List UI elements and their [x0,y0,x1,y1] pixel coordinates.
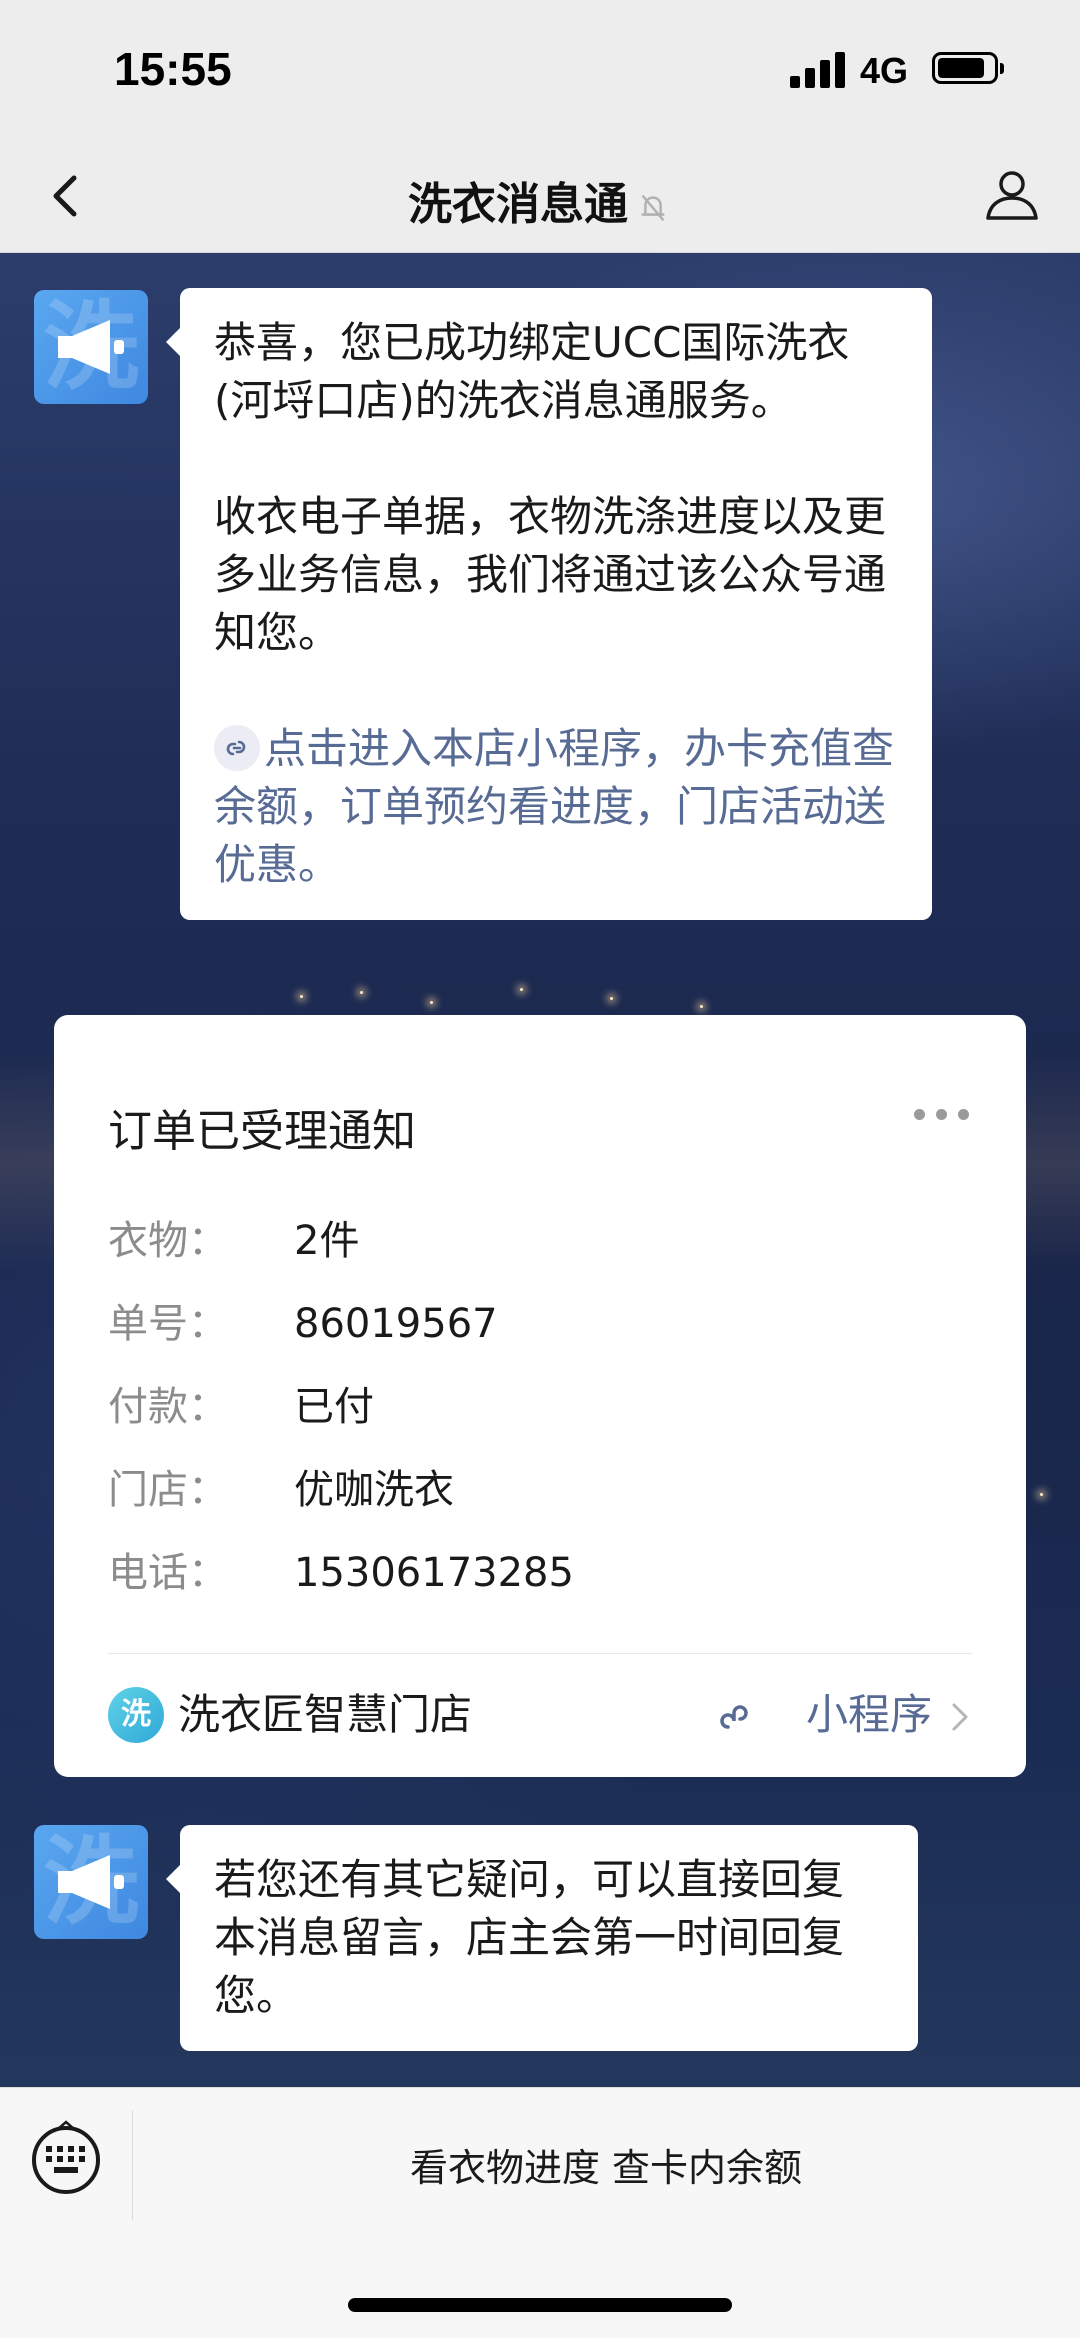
profile-icon[interactable] [980,162,1044,226]
mini-program-label: 小程序 [805,1690,932,1739]
megaphone-icon [58,1855,124,1909]
mini-program-name: 洗衣匠智慧门店 [178,1690,473,1739]
field-label: 单号： [108,1301,228,1347]
firework-spark [610,997,613,1000]
chevron-right-icon [952,1703,968,1731]
keyboard-icon [46,2146,85,2173]
card-divider [108,1653,972,1654]
field-label: 电话： [108,1550,228,1596]
firework-spark [520,988,523,991]
message-bubble[interactable]: 恭喜，您已成功绑定UCC国际洗衣(河埒口店)的洗衣消息通服务。 收衣电子单据，衣… [166,288,932,920]
field-label: 付款： [108,1384,228,1430]
message-text: 收衣电子单据，衣物洗涤进度以及更多业务信息，我们将通过该公众号通知您。 [214,492,887,657]
order-notification-card[interactable]: 订单已受理通知 衣物： 2件 单号： 86019567 付款： 已付 门店： 优… [54,1015,1026,1777]
megaphone-icon [58,320,124,374]
home-indicator[interactable] [348,2298,732,2312]
mute-bell-icon [641,194,665,222]
status-time: 15:55 [114,43,232,95]
more-options-icon[interactable] [914,1109,970,1123]
message-text: 恭喜，您已成功绑定UCC国际洗衣(河埒口店)的洗衣消息通服务。 [214,318,850,425]
menu-item-check-progress[interactable]: 看衣物进度 查卡内余额 [132,2128,1080,2208]
keyboard-toggle-button[interactable] [32,2126,100,2194]
card-title: 订单已受理通知 [108,1106,416,1157]
firework-spark [430,1001,433,1004]
field-value: 2件 [294,1218,360,1264]
field-label: 衣物： [108,1218,228,1264]
firework-spark [360,991,363,994]
field-value: 15306173285 [294,1550,574,1596]
field-value: 已付 [294,1384,374,1430]
battery-icon [932,52,1004,84]
mini-program-icon [720,1705,748,1729]
message-text: 若您还有其它疑问，可以直接回复本消息留言，店主会第一时间回复您。 [214,1855,845,2020]
official-account-avatar[interactable]: 洗 [34,1825,148,1939]
nav-bar: 洗衣消息通 [0,140,1080,253]
firework-spark [1040,1493,1043,1496]
field-value: 86019567 [294,1301,498,1347]
status-bar: 15:55 4G [0,0,1080,140]
signal-icon [790,52,846,88]
mini-program-link[interactable]: 点击进入本店小程序，办卡充值查余额，订单预约看进度，门店活动送优惠。 [214,720,898,894]
page-title-text: 洗衣消息通 [408,179,628,230]
card-footer-mini-program[interactable]: 洗 洗衣匠智慧门店 小程序 [108,1663,972,1763]
store-logo-icon: 洗 [108,1687,164,1743]
page-title: 洗衣消息通 [0,168,1080,232]
mini-program-link-text: 点击进入本店小程序，办卡充值查余额，订单预约看进度，门店活动送优惠。 [214,724,895,889]
link-icon [214,725,260,771]
official-account-avatar[interactable]: 洗 [34,290,148,404]
field-value: 优咖洗衣 [294,1467,454,1513]
field-label: 门店： [108,1467,228,1513]
network-type: 4G [860,50,909,91]
message-bubble[interactable]: 若您还有其它疑问，可以直接回复本消息留言，店主会第一时间回复您。 [166,1825,918,2051]
firework-spark [700,1005,703,1008]
firework-spark [300,995,303,998]
